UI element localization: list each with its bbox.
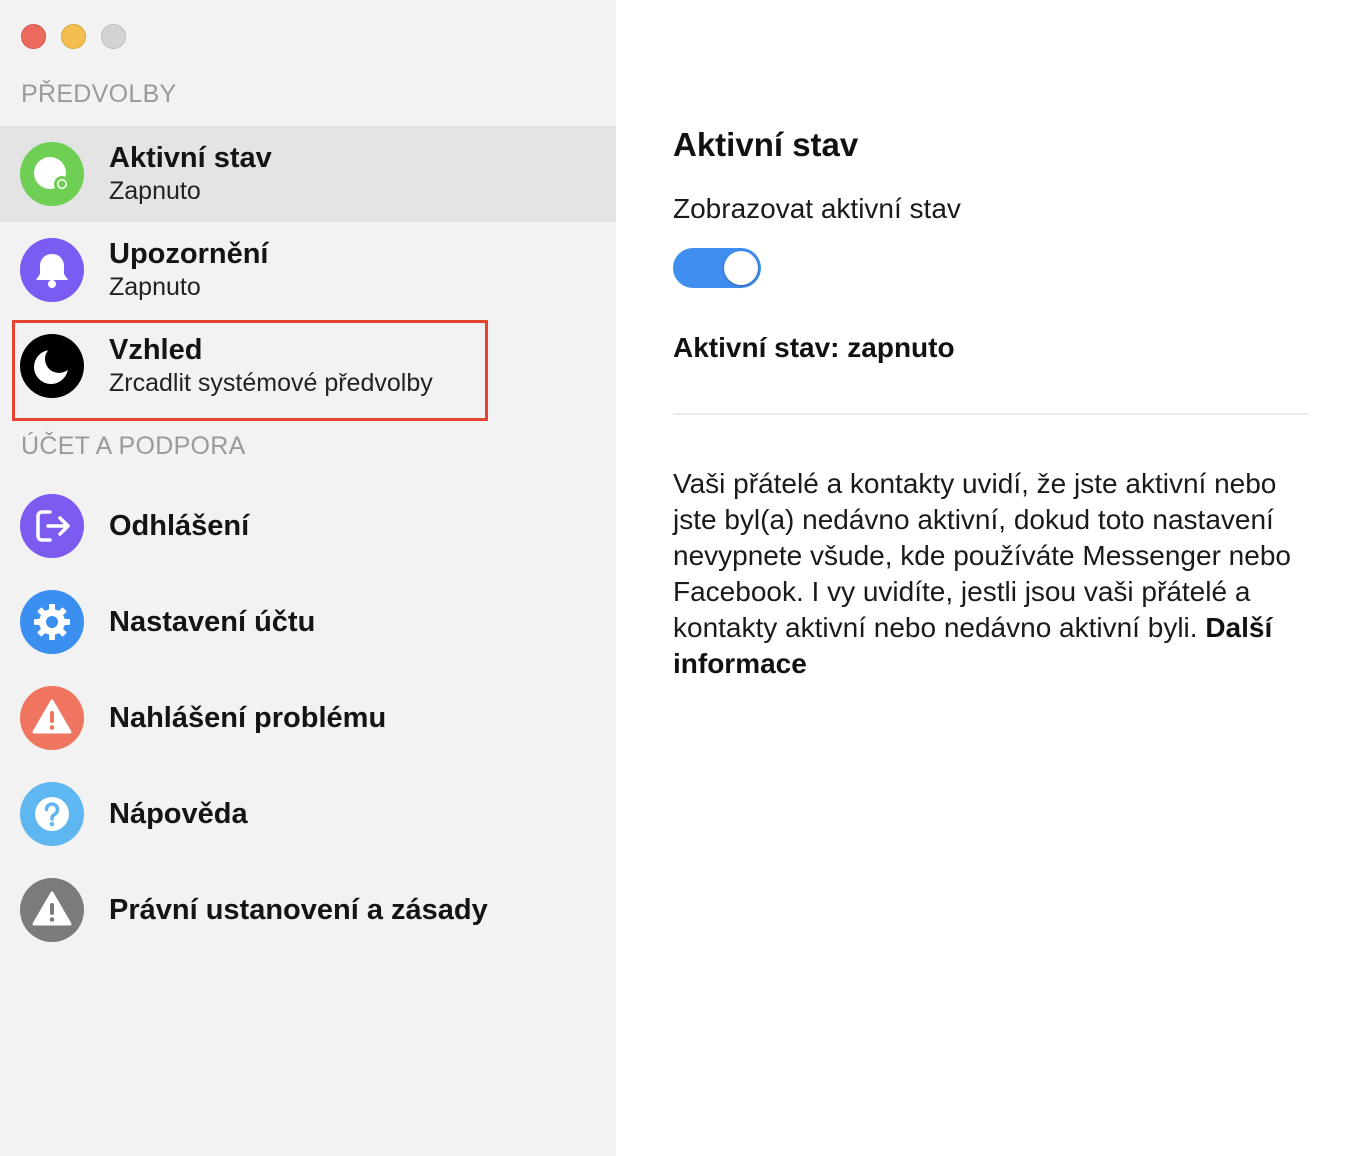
moon-icon <box>20 334 84 398</box>
minimize-window-button[interactable] <box>61 24 86 49</box>
logout-icon <box>20 494 84 558</box>
sidebar-item-label: Právní ustanovení a zásady <box>109 894 488 926</box>
page-title: Aktivní stav <box>673 126 859 163</box>
sidebar-item-report-problem[interactable]: Nahlášení problému <box>0 670 616 766</box>
close-window-button[interactable] <box>21 24 46 49</box>
sidebar-item-label: Odhlášení <box>109 510 250 542</box>
active-status-toggle[interactable] <box>673 248 761 288</box>
sidebar-item-help[interactable]: Nápověda <box>0 766 616 862</box>
sidebar-item-label: Upozornění <box>109 238 269 270</box>
sidebar-item-appearance[interactable]: Vzhled Zrcadlit systémové předvolby <box>0 318 616 414</box>
status-text: Aktivní stav: zapnuto <box>673 332 955 363</box>
setting-label: Zobrazovat aktivní stav <box>673 193 961 224</box>
sidebar-item-label: Nahlášení problému <box>109 702 387 734</box>
section-preferences-title: PŘEDVOLBY <box>21 80 177 108</box>
bell-icon <box>20 238 84 302</box>
sidebar-item-logout[interactable]: Odhlášení <box>0 478 616 574</box>
section-account-title: ÚČET A PODPORA <box>21 432 246 460</box>
sidebar-item-sublabel: Zapnuto <box>109 177 201 205</box>
window-controls <box>21 24 126 49</box>
sidebar-item-sublabel: Zrcadlit systémové předvolby <box>109 369 433 397</box>
gear-icon <box>20 590 84 654</box>
sidebar-item-notifications[interactable]: Upozornění Zapnuto <box>0 222 616 318</box>
sidebar-item-active-status[interactable]: Aktivní stav Zapnuto <box>0 126 616 222</box>
app-window: PŘEDVOLBY Aktivní stav Zapnuto Upozorněn… <box>0 0 1352 1156</box>
sidebar-item-label: Aktivní stav <box>109 142 272 174</box>
active-status-icon <box>20 142 84 206</box>
sidebar-item-sublabel: Zapnuto <box>109 273 201 301</box>
warning-icon <box>20 686 84 750</box>
sidebar-item-account-settings[interactable]: Nastavení účtu <box>0 574 616 670</box>
help-icon <box>20 782 84 846</box>
sidebar-item-label: Nastavení účtu <box>109 606 316 638</box>
sidebar-item-legal[interactable]: Právní ustanovení a zásady <box>0 862 616 958</box>
sidebar-item-label: Nápověda <box>109 798 248 830</box>
legal-warning-icon <box>20 878 84 942</box>
description-body: Vaši přátelé a kontakty uvidí, že jste a… <box>673 468 1291 643</box>
sidebar-item-label: Vzhled <box>109 334 203 366</box>
toggle-knob <box>724 251 758 285</box>
divider <box>673 413 1309 415</box>
settings-detail-pane: Aktivní stav Zobrazovat aktivní stav Akt… <box>616 0 1352 1156</box>
description-text: Vaši přátelé a kontakty uvidí, že jste a… <box>673 466 1323 682</box>
sidebar: PŘEDVOLBY Aktivní stav Zapnuto Upozorněn… <box>0 0 616 1156</box>
maximize-window-button[interactable] <box>101 24 126 49</box>
